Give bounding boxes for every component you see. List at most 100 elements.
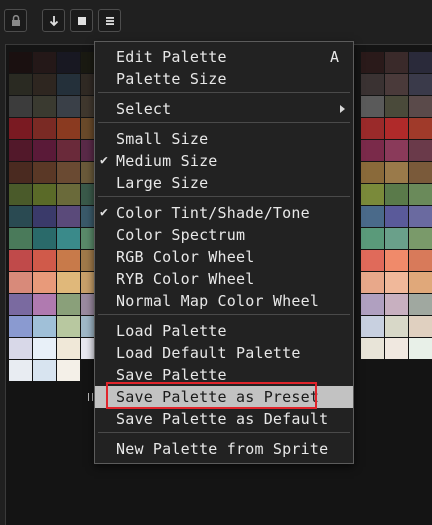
palette-swatch[interactable] (33, 140, 56, 161)
palette-swatch[interactable] (9, 316, 32, 337)
palette-swatch[interactable] (33, 294, 56, 315)
palette-swatch[interactable] (57, 338, 80, 359)
palette-swatch[interactable] (385, 294, 408, 315)
menu-item-save-palette-as-preset[interactable]: Save Palette as Preset (95, 386, 353, 408)
menu-item-palette-size[interactable]: Palette Size (95, 68, 353, 90)
palette-swatch[interactable] (409, 294, 432, 315)
palette-swatch[interactable] (409, 96, 432, 117)
palette-swatch[interactable] (361, 228, 384, 249)
palette-swatch[interactable] (33, 316, 56, 337)
palette-swatch[interactable] (33, 52, 56, 73)
palette-swatch[interactable] (9, 74, 32, 95)
palette-swatch[interactable] (361, 294, 384, 315)
palette-menu-button[interactable] (98, 9, 121, 32)
palette-swatch[interactable] (33, 74, 56, 95)
palette-swatch[interactable] (361, 206, 384, 227)
palette-swatch[interactable] (33, 162, 56, 183)
palette-swatch[interactable] (57, 206, 80, 227)
palette-swatch[interactable] (409, 74, 432, 95)
palette-swatch[interactable] (361, 184, 384, 205)
palette-swatch[interactable] (57, 272, 80, 293)
palette-swatch[interactable] (361, 118, 384, 139)
palette-swatch[interactable] (33, 250, 56, 271)
palette-swatch[interactable] (57, 228, 80, 249)
palette-swatch[interactable] (361, 338, 384, 359)
menu-item-load-palette[interactable]: Load Palette (95, 320, 353, 342)
palette-resize-handle[interactable] (88, 393, 93, 401)
palette-swatch[interactable] (385, 250, 408, 271)
palette-swatch[interactable] (9, 338, 32, 359)
palette-swatch[interactable] (57, 250, 80, 271)
palette-swatch[interactable] (409, 272, 432, 293)
palette-swatch[interactable] (409, 162, 432, 183)
palette-swatch[interactable] (361, 272, 384, 293)
palette-swatch[interactable] (57, 316, 80, 337)
palette-swatch[interactable] (385, 52, 408, 73)
palette-swatch[interactable] (361, 74, 384, 95)
palette-swatch[interactable] (385, 118, 408, 139)
palette-swatch[interactable] (385, 96, 408, 117)
palette-swatch[interactable] (57, 74, 80, 95)
palette-swatch[interactable] (33, 206, 56, 227)
palette-swatch[interactable] (409, 140, 432, 161)
palette-swatch[interactable] (57, 184, 80, 205)
palette-swatch[interactable] (409, 338, 432, 359)
palette-swatch[interactable] (9, 118, 32, 139)
menu-item-large-size[interactable]: Large Size (95, 172, 353, 194)
palette-swatch[interactable] (385, 184, 408, 205)
palette-swatch[interactable] (9, 96, 32, 117)
palette-swatch[interactable] (9, 52, 32, 73)
palette-swatch[interactable] (57, 360, 80, 381)
palette-swatch[interactable] (409, 250, 432, 271)
palette-swatch[interactable] (9, 228, 32, 249)
menu-item-select[interactable]: Select (95, 98, 353, 120)
palette-swatch[interactable] (409, 228, 432, 249)
palette-swatch[interactable] (33, 338, 56, 359)
palette-swatch[interactable] (409, 52, 432, 73)
palette-swatch[interactable] (385, 206, 408, 227)
menu-item-new-palette-from-sprite[interactable]: New Palette from Sprite (95, 438, 353, 460)
palette-swatch[interactable] (9, 294, 32, 315)
menu-item-load-default-palette[interactable]: Load Default Palette (95, 342, 353, 364)
menu-item-color-spectrum[interactable]: Color Spectrum (95, 224, 353, 246)
palette-swatch[interactable] (33, 360, 56, 381)
palette-swatch[interactable] (361, 140, 384, 161)
palette-swatch[interactable] (9, 162, 32, 183)
palette-swatch[interactable] (385, 228, 408, 249)
palette-swatch[interactable] (57, 118, 80, 139)
palette-swatch[interactable] (409, 206, 432, 227)
palette-swatch[interactable] (409, 316, 432, 337)
palette-swatch[interactable] (33, 118, 56, 139)
palette-swatch[interactable] (9, 272, 32, 293)
palette-swatch[interactable] (57, 96, 80, 117)
palette-swatch[interactable] (9, 140, 32, 161)
lock-button[interactable] (4, 9, 27, 32)
new-palette-button[interactable] (70, 9, 93, 32)
menu-item-color-tint-shade-tone[interactable]: ✔ Color Tint/Shade/Tone (95, 202, 353, 224)
palette-swatch[interactable] (385, 338, 408, 359)
palette-swatch[interactable] (361, 96, 384, 117)
palette-swatch[interactable] (33, 228, 56, 249)
palette-swatch[interactable] (57, 52, 80, 73)
menu-item-save-palette-as-default[interactable]: Save Palette as Default (95, 408, 353, 430)
menu-item-normal-map-color-wheel[interactable]: Normal Map Color Wheel (95, 290, 353, 312)
move-down-button[interactable] (42, 9, 65, 32)
palette-swatch[interactable] (361, 162, 384, 183)
palette-swatch[interactable] (361, 52, 384, 73)
palette-swatch[interactable] (361, 250, 384, 271)
menu-item-medium-size[interactable]: ✔ Medium Size (95, 150, 353, 172)
palette-swatch[interactable] (33, 184, 56, 205)
palette-swatch[interactable] (385, 316, 408, 337)
palette-swatch[interactable] (385, 272, 408, 293)
palette-swatch[interactable] (9, 360, 32, 381)
menu-item-ryb-color-wheel[interactable]: RYB Color Wheel (95, 268, 353, 290)
palette-swatch[interactable] (33, 272, 56, 293)
menu-item-small-size[interactable]: Small Size (95, 128, 353, 150)
menu-item-rgb-color-wheel[interactable]: RGB Color Wheel (95, 246, 353, 268)
menu-item-edit-palette[interactable]: Edit Palette A (95, 46, 353, 68)
palette-swatch[interactable] (57, 294, 80, 315)
palette-swatch[interactable] (57, 162, 80, 183)
palette-swatch[interactable] (9, 250, 32, 271)
menu-item-save-palette[interactable]: Save Palette (95, 364, 353, 386)
palette-swatch[interactable] (9, 184, 32, 205)
